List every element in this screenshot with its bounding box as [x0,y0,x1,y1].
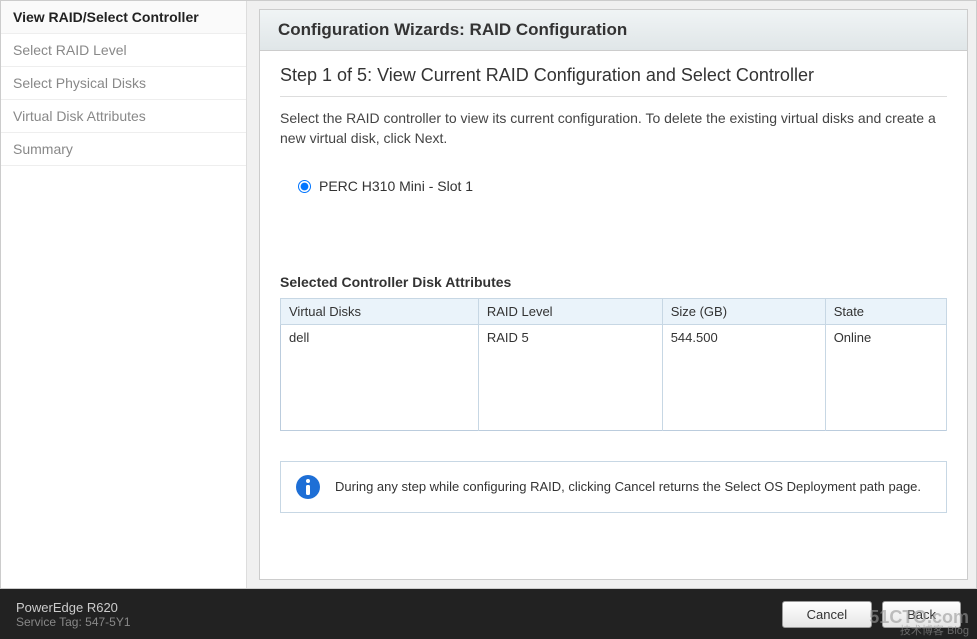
back-button[interactable]: Back [882,601,961,628]
service-tag: Service Tag: 547-5Y1 [16,615,131,629]
wizard-header: Configuration Wizards: RAID Configuratio… [260,10,967,51]
footer-left: PowerEdge R620 Service Tag: 547-5Y1 [16,600,131,629]
step-description: Select the RAID controller to view its c… [280,109,947,148]
content-body: Step 1 of 5: View Current RAID Configura… [260,51,967,579]
main-layout: View RAID/Select Controller Select RAID … [0,0,977,589]
info-icon [295,474,321,500]
table-empty-row [281,390,947,430]
table-empty-row [281,350,947,390]
sidebar-item-label: Summary [13,141,73,157]
attributes-section-title: Selected Controller Disk Attributes [280,274,947,290]
sidebar-item-virtual-disk-attributes[interactable]: Virtual Disk Attributes [1,100,246,133]
controller-label: PERC H310 Mini - Slot 1 [319,178,473,194]
wizard-title: Configuration Wizards: RAID Configuratio… [278,20,627,39]
step-title: Step 1 of 5: View Current RAID Configura… [280,65,947,86]
cell-size: 544.500 [662,325,825,351]
sidebar-item-select-physical-disks[interactable]: Select Physical Disks [1,67,246,100]
cell-virtual-disks: dell [281,325,479,351]
sidebar-item-label: View RAID/Select Controller [13,9,199,25]
table-header-row: Virtual Disks RAID Level Size (GB) State [281,299,947,325]
sidebar-item-label: Select Physical Disks [13,75,146,91]
table-row[interactable]: dell RAID 5 544.500 Online [281,325,947,351]
controller-radio[interactable] [298,180,311,193]
divider [280,96,947,97]
disk-attributes-table: Virtual Disks RAID Level Size (GB) State… [280,298,947,431]
system-model: PowerEdge R620 [16,600,131,615]
sidebar-item-label: Virtual Disk Attributes [13,108,146,124]
controller-option[interactable]: PERC H310 Mini - Slot 1 [298,178,947,194]
footer-right: Cancel Back [782,601,961,628]
sidebar-item-label: Select RAID Level [13,42,127,58]
col-raid-level: RAID Level [478,299,662,325]
col-size: Size (GB) [662,299,825,325]
sidebar-item-select-raid-level[interactable]: Select RAID Level [1,34,246,67]
info-text: During any step while configuring RAID, … [335,479,921,494]
col-virtual-disks: Virtual Disks [281,299,479,325]
sidebar-item-summary[interactable]: Summary [1,133,246,166]
watermark-sub: 技术博客 Blog [869,626,969,637]
sidebar-item-view-raid[interactable]: View RAID/Select Controller [1,1,246,34]
content-area: Configuration Wizards: RAID Configuratio… [259,9,968,580]
cell-raid-level: RAID 5 [478,325,662,351]
wizard-sidebar: View RAID/Select Controller Select RAID … [1,1,247,588]
col-state: State [825,299,946,325]
footer-bar: PowerEdge R620 Service Tag: 547-5Y1 Canc… [0,589,977,639]
info-box: During any step while configuring RAID, … [280,461,947,513]
cell-state: Online [825,325,946,351]
cancel-button[interactable]: Cancel [782,601,872,628]
